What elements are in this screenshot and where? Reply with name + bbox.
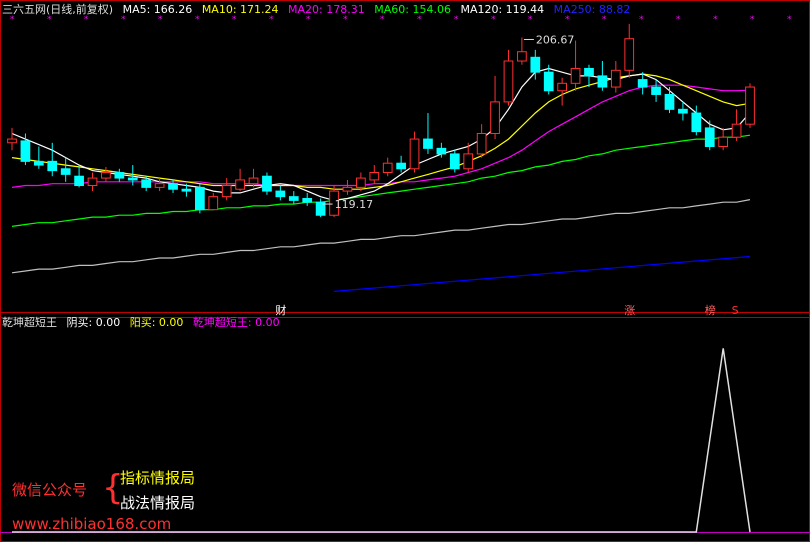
watermark-line2: 战法情报局 <box>120 494 196 512</box>
top-star-mark: * <box>639 15 644 25</box>
ma60-line <box>11 134 751 227</box>
candle-body <box>20 140 31 162</box>
chart-frame <box>0 0 810 542</box>
ma10-label: MA10: 171.24 <box>201 3 279 16</box>
candle-body <box>718 136 729 147</box>
ma5-label: MA5: 166.26 <box>122 3 193 16</box>
candle-body <box>396 162 406 170</box>
candle-body <box>517 51 527 62</box>
candle-body <box>423 138 433 149</box>
low-annotation: 119.17 <box>335 198 374 211</box>
candle-body <box>302 198 313 203</box>
candle-body <box>543 71 554 92</box>
candle-body <box>7 138 17 144</box>
main-chart-header: 三六五网(日线,前复权) MA5: 166.26 MA10: 171.24 MA… <box>2 3 636 17</box>
candle-body <box>369 172 380 181</box>
high-annotation: 206.67 <box>536 33 575 46</box>
stock-chart[interactable]: * * * * * * * * * * * * * * * * * * * * * *206.67119.17财涨榜 S <box>0 0 810 542</box>
candle-body <box>87 177 98 187</box>
candle-body <box>60 168 71 175</box>
indicator-value-label: 乾坤超短王: 0.00 <box>192 316 280 329</box>
candle-body <box>101 172 111 179</box>
candle-body <box>678 108 688 114</box>
candle-body <box>704 127 715 147</box>
candle-body <box>154 183 165 188</box>
ma20-label: MA20: 178.31 <box>288 3 365 16</box>
candle-body <box>490 101 500 134</box>
candle-body <box>745 86 755 125</box>
top-star-mark: * <box>713 15 718 25</box>
top-star-mark: * <box>787 15 792 25</box>
candle-body <box>74 175 84 187</box>
candle-body <box>47 160 58 172</box>
candle-body <box>168 183 178 190</box>
stock-title: 三六五网(日线,前复权) <box>2 3 114 16</box>
event-marker: S <box>732 304 739 317</box>
candle-body <box>235 179 245 190</box>
event-marker: 涨 <box>624 304 635 317</box>
watermark-line1: 指标情报局 <box>120 469 196 487</box>
candle-body <box>584 67 594 77</box>
ma120-label: MA120: 119.44 <box>460 3 545 16</box>
candle-body <box>208 196 219 211</box>
candle-body <box>463 153 474 170</box>
ma250-label: MA250: 88.82 <box>553 3 631 16</box>
event-marker: 财 <box>275 303 286 317</box>
candle-body <box>288 196 299 201</box>
candle-body <box>262 175 272 192</box>
candle-body <box>637 79 648 88</box>
candle-body <box>530 56 541 73</box>
candle-body <box>691 112 702 133</box>
candle-body <box>382 162 393 174</box>
candle-body <box>248 177 259 185</box>
candle-body <box>33 160 44 166</box>
candle-body <box>194 186 205 211</box>
candle-body <box>181 188 192 192</box>
indicator-name: 乾坤超短王 <box>2 316 57 329</box>
ma120-line <box>11 199 751 274</box>
ma250-line <box>333 255 751 292</box>
candle-body <box>449 153 460 170</box>
candle-body <box>570 67 581 84</box>
candle-body <box>221 185 232 198</box>
candle-body <box>557 82 568 92</box>
yang-buy-label: 阳买: 0.00 <box>129 316 184 329</box>
candle-body <box>731 123 742 138</box>
candle-body <box>342 186 353 192</box>
ma60-label: MA60: 154.06 <box>374 3 451 16</box>
watermark-url: www.zhibiao168.com <box>12 515 172 533</box>
yin-buy-label: 阴买: 0.00 <box>66 316 121 329</box>
candle-body <box>651 86 661 95</box>
candle-body <box>114 172 125 179</box>
top-star-mark: * <box>750 15 755 25</box>
candle-body <box>436 147 447 155</box>
indicator-header: 乾坤超短王 阴买: 0.00 阳买: 0.00 乾坤超短王: 0.00 <box>2 316 286 330</box>
candle-body <box>597 75 608 88</box>
candle-body <box>409 138 420 170</box>
candle-body <box>610 69 621 88</box>
candle-body <box>275 190 286 198</box>
wechat-label: 微信公众号 <box>12 481 88 499</box>
candle-body <box>356 177 366 188</box>
top-star-mark: * <box>676 15 681 25</box>
candle-body <box>503 60 514 103</box>
candle-body <box>624 38 635 71</box>
ma10-line <box>11 73 751 190</box>
candle-body <box>141 179 152 188</box>
candle-body <box>476 132 487 155</box>
candle-body <box>127 177 138 181</box>
candle-body <box>664 93 675 110</box>
event-marker: 榜 <box>705 303 716 317</box>
